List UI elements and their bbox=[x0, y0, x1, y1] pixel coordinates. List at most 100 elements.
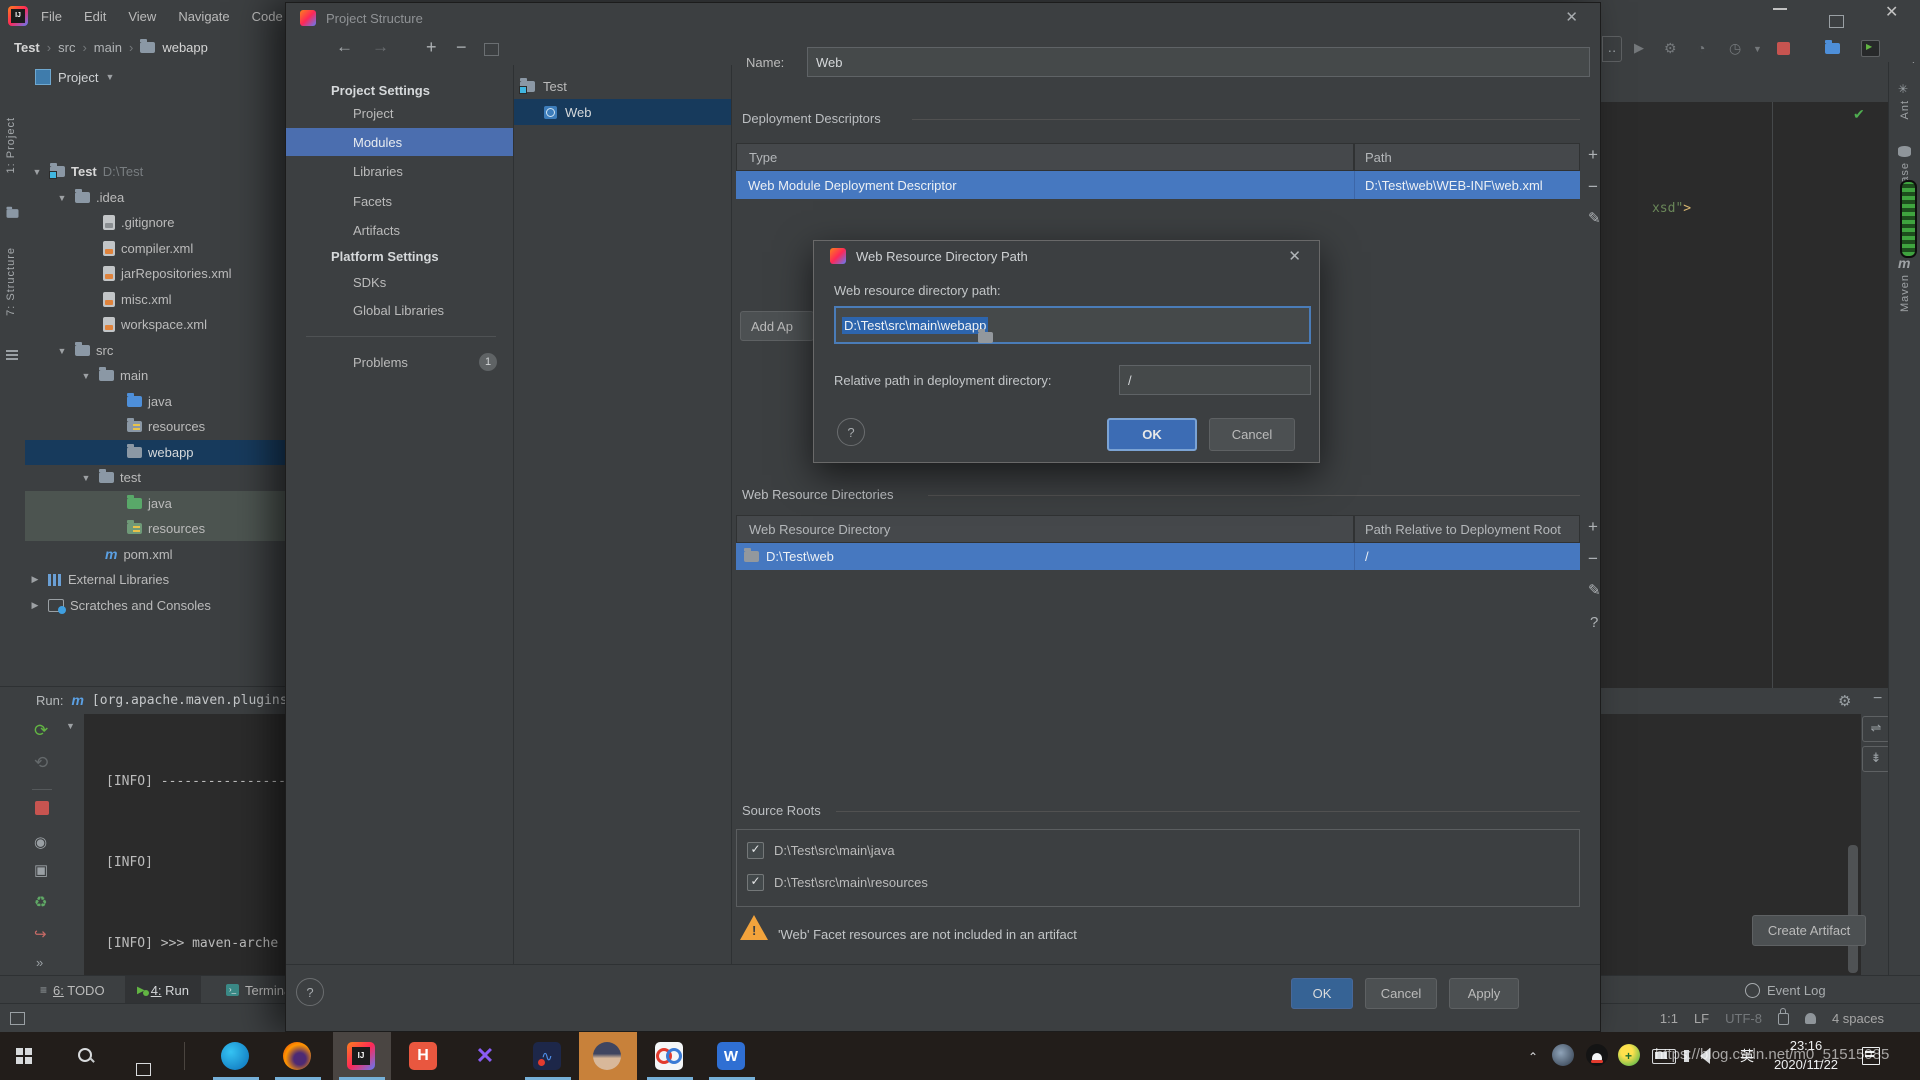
help-button[interactable]: ? bbox=[296, 978, 324, 1006]
scrollbar-thumb[interactable] bbox=[1848, 845, 1858, 973]
gear-icon[interactable]: ⚙ bbox=[1838, 692, 1851, 710]
dd-header-type[interactable]: Type bbox=[736, 143, 1354, 171]
run-config-tab[interactable]: [org.apache.maven.plugins:m bbox=[92, 687, 287, 714]
help-icon[interactable]: ? bbox=[1590, 615, 1598, 630]
rerun-failed-icon[interactable]: ⟲ bbox=[34, 753, 48, 773]
module-tree-row-test[interactable]: Test bbox=[520, 73, 567, 99]
terminal-tab[interactable]: ›_ Terminal bbox=[226, 976, 294, 1004]
tree-row-compiler-xml[interactable]: compiler.xml bbox=[25, 236, 287, 261]
collapsed-arrow-icon[interactable]: ▶ bbox=[28, 574, 42, 585]
sidebar-item-problems[interactable]: Problems bbox=[353, 355, 408, 370]
inspect-eye-icon[interactable]: ◉ bbox=[34, 833, 47, 851]
browse-folder-icon[interactable] bbox=[978, 332, 993, 343]
menu-edit[interactable]: Edit bbox=[73, 0, 117, 32]
tree-row-main[interactable]: ▼ main bbox=[25, 363, 287, 388]
path-dialog-title-bar[interactable]: Web Resource Directory Path ✕ bbox=[814, 241, 1319, 271]
expanded-arrow-icon[interactable]: ▼ bbox=[79, 473, 93, 483]
copy-module-icon[interactable] bbox=[484, 43, 499, 56]
forward-arrow-icon[interactable]: → bbox=[372, 37, 389, 57]
remove-icon[interactable]: − bbox=[1588, 179, 1598, 194]
editor-area[interactable]: xsd"> ✔ bbox=[1601, 102, 1888, 688]
remove-icon[interactable]: − bbox=[1588, 551, 1598, 566]
dd-row-path-cell[interactable]: D:\Test\web\WEB-INF\web.xml bbox=[1354, 171, 1580, 199]
file-encoding[interactable]: UTF-8 bbox=[1725, 1011, 1762, 1026]
run-button-icon[interactable]: ▶ bbox=[1634, 40, 1644, 56]
mumu-taskbar-icon[interactable]: ∿ bbox=[533, 1042, 561, 1070]
profiler-icon[interactable]: ◔ bbox=[1697, 40, 1705, 56]
tool-stripe-maven-tab[interactable]: Maven bbox=[1899, 274, 1911, 312]
qq-tray-icon[interactable] bbox=[1586, 1044, 1608, 1066]
window-close-button[interactable]: ✕ bbox=[1885, 2, 1898, 22]
tree-row-test[interactable]: ▼ Test D:\Test bbox=[25, 159, 287, 184]
back-arrow-icon[interactable]: ← bbox=[336, 37, 353, 57]
todo-tab[interactable]: ≡ 6: TODO bbox=[40, 976, 105, 1004]
expanded-arrow-icon[interactable]: ▼ bbox=[79, 371, 93, 381]
soft-wrap-icon[interactable]: ⇌ bbox=[1862, 716, 1890, 742]
expanded-arrow-icon[interactable]: ▼ bbox=[55, 193, 69, 203]
cancel-button[interactable]: Cancel bbox=[1209, 418, 1295, 451]
tree-row-idea[interactable]: ▼ .idea bbox=[25, 185, 287, 210]
module-name-field[interactable]: Web bbox=[807, 47, 1590, 77]
close-icon[interactable]: ✕ bbox=[1565, 8, 1578, 26]
wrd-header-path[interactable]: Path Relative to Deployment Root bbox=[1354, 515, 1580, 543]
help-button[interactable]: ? bbox=[837, 418, 865, 446]
apply-button[interactable]: Apply bbox=[1449, 978, 1519, 1009]
window-maximize-button[interactable] bbox=[1829, 15, 1844, 28]
edit-pencil-icon[interactable]: ✎ bbox=[1588, 211, 1601, 226]
project-structure-icon[interactable] bbox=[1825, 43, 1840, 54]
tree-row-test-java[interactable]: java bbox=[25, 491, 287, 516]
tree-row-src[interactable]: ▼ src bbox=[25, 338, 287, 363]
wps-taskbar-icon[interactable]: W bbox=[717, 1042, 745, 1070]
breadcrumb-main[interactable]: main bbox=[94, 40, 122, 55]
breadcrumb-webapp[interactable]: webapp bbox=[162, 40, 208, 55]
checkbox-checked-icon[interactable]: ✓ bbox=[747, 874, 764, 891]
breadcrumb-root[interactable]: Test bbox=[14, 40, 40, 55]
stop-icon[interactable] bbox=[35, 801, 49, 815]
tray-chevron-up-icon[interactable]: ⌃ bbox=[1528, 1050, 1538, 1064]
hector-inspections-icon[interactable] bbox=[1805, 1013, 1816, 1024]
tree-row-workspace-xml[interactable]: workspace.xml bbox=[25, 312, 287, 337]
close-icon[interactable]: ✕ bbox=[1288, 247, 1301, 265]
add-app-server-descriptor-button[interactable]: Add Ap bbox=[740, 311, 814, 341]
add-icon[interactable]: + bbox=[1588, 519, 1598, 534]
sidebar-item-sdks[interactable]: SDKs bbox=[353, 275, 386, 290]
expanded-arrow-icon[interactable]: ▼ bbox=[55, 346, 69, 356]
build-icon[interactable]: ⚙ bbox=[1664, 40, 1677, 57]
sidebar-item-libraries[interactable]: Libraries bbox=[353, 164, 403, 179]
caret-position[interactable]: 1:1 bbox=[1660, 1011, 1678, 1026]
path-input-field[interactable]: D:\Test\src\main\webapp bbox=[834, 306, 1311, 344]
event-log[interactable]: Event Log bbox=[1745, 976, 1826, 1004]
firefox-taskbar-icon[interactable] bbox=[283, 1042, 311, 1070]
tree-row-jarrepositories-xml[interactable]: jarRepositories.xml bbox=[25, 261, 287, 286]
tree-row-misc-xml[interactable]: misc.xml bbox=[25, 287, 287, 312]
edit-pencil-icon[interactable]: ✎ bbox=[1588, 583, 1601, 598]
tree-row-main-java[interactable]: java bbox=[25, 389, 287, 414]
window-minimize-button[interactable] bbox=[1773, 8, 1787, 10]
tree-row-gitignore[interactable]: .gitignore bbox=[25, 210, 287, 235]
remove-module-icon[interactable]: − bbox=[456, 37, 467, 58]
intellij-taskbar-icon[interactable]: IJ bbox=[347, 1042, 375, 1070]
coverage-icon[interactable]: ◷ bbox=[1729, 40, 1741, 57]
tree-row-test-resources[interactable]: resources bbox=[25, 516, 287, 541]
rerun-icon[interactable]: ⟳ bbox=[34, 721, 48, 741]
sidebar-item-modules-selected[interactable]: Modules bbox=[286, 128, 513, 156]
relative-path-input[interactable]: / bbox=[1119, 365, 1311, 395]
wrd-header-dir[interactable]: Web Resource Directory bbox=[736, 515, 1354, 543]
indent-setting[interactable]: 4 spaces bbox=[1832, 1011, 1884, 1026]
breadcrumb-src[interactable]: src bbox=[58, 40, 75, 55]
thread-dump-camera-icon[interactable]: ▣ bbox=[34, 861, 48, 879]
task-view-icon[interactable] bbox=[136, 1063, 151, 1076]
line-separator[interactable]: LF bbox=[1694, 1011, 1709, 1026]
ps-dialog-title-bar[interactable]: Project Structure ✕ bbox=[286, 3, 1600, 33]
dd-row-type-cell[interactable]: Web Module Deployment Descriptor bbox=[736, 171, 1354, 199]
tree-row-main-resources[interactable]: resources bbox=[25, 414, 287, 439]
ok-button[interactable]: OK bbox=[1291, 978, 1353, 1009]
dd-header-path[interactable]: Path bbox=[1354, 143, 1580, 171]
run-tab-active[interactable]: ▶ 4: Run bbox=[125, 976, 201, 1004]
visual-studio-taskbar-icon[interactable]: ✕ bbox=[471, 1042, 499, 1070]
tool-stripe-ant-tab[interactable]: Ant bbox=[1899, 100, 1911, 120]
source-root-row[interactable]: ✓ D:\Test\src\main\java bbox=[737, 834, 1579, 866]
wrd-row-dir-cell[interactable]: D:\Test\web bbox=[736, 543, 1354, 570]
gc-icon[interactable]: ♻ bbox=[34, 893, 47, 911]
source-root-row[interactable]: ✓ D:\Test\src\main\resources bbox=[737, 866, 1579, 898]
